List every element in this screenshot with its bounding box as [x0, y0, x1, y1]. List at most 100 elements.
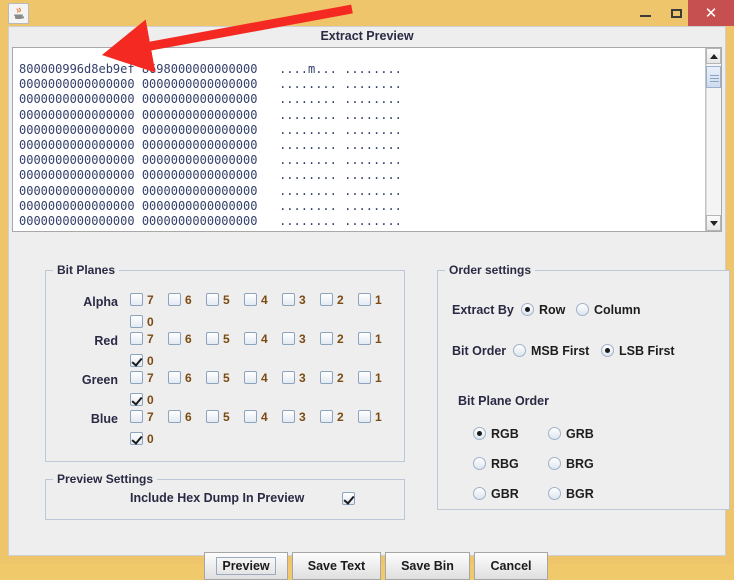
bit-number-label: 4: [261, 331, 268, 346]
checkbox-blue-bit-3[interactable]: [282, 410, 295, 424]
radio-button[interactable]: [473, 487, 486, 501]
radio-button[interactable]: [601, 344, 614, 358]
bit-plane-order-grb[interactable]: GRB: [548, 426, 594, 441]
bit-plane-row-label: Red: [94, 334, 118, 348]
checkbox-green-bit-3[interactable]: [282, 371, 295, 385]
checkbox-alpha-bit-0[interactable]: [130, 315, 143, 329]
checkbox-alpha-bit-4[interactable]: [244, 293, 257, 307]
checkbox-red-bit-7[interactable]: [130, 332, 143, 346]
radio-button[interactable]: [548, 427, 561, 441]
bit-plane-row-label: Green: [81, 373, 118, 387]
save-bin-button-label: Save Bin: [401, 559, 454, 573]
save-text-button-label: Save Text: [307, 559, 366, 573]
radio-button[interactable]: [513, 344, 526, 358]
close-button[interactable]: ✕: [688, 0, 734, 26]
bit-plane-order-rgb[interactable]: RGB: [473, 426, 519, 441]
checkbox-alpha-bit-2[interactable]: [320, 293, 333, 307]
bit-number-label: 6: [185, 331, 192, 346]
extract-by-row[interactable]: Row: [521, 302, 565, 317]
bit-number-label: 2: [337, 370, 344, 385]
cancel-button[interactable]: Cancel: [474, 552, 548, 580]
hex-dump-scrollbar[interactable]: [705, 48, 721, 231]
maximize-icon: [670, 8, 682, 18]
radio-label: LSB First: [619, 343, 675, 358]
bit-plane-cell: 3: [282, 369, 320, 391]
checkbox-alpha-bit-7[interactable]: [130, 293, 143, 307]
radio-button[interactable]: [473, 457, 486, 471]
radio-button[interactable]: [576, 303, 589, 317]
radio-button[interactable]: [473, 427, 486, 441]
bit-plane-order-rbg[interactable]: RBG: [473, 456, 519, 471]
bit-number-label: 4: [261, 292, 268, 307]
close-icon: ✕: [704, 3, 718, 22]
hex-dump-text: 800000996d8eb9ef 8698000000000000 ....m.…: [19, 62, 402, 231]
include-hex-dump-checkbox[interactable]: [342, 492, 355, 505]
checkbox-blue-bit-7[interactable]: [130, 410, 143, 424]
radio-button[interactable]: [521, 303, 534, 317]
checkbox-alpha-bit-5[interactable]: [206, 293, 219, 307]
radio-button[interactable]: [548, 457, 561, 471]
checkbox-blue-bit-2[interactable]: [320, 410, 333, 424]
bit-order-lsb-first[interactable]: LSB First: [601, 343, 675, 358]
hex-dump-viewer[interactable]: 800000996d8eb9ef 8698000000000000 ....m.…: [12, 47, 722, 232]
checkbox-blue-bit-6[interactable]: [168, 410, 181, 424]
radio-button[interactable]: [548, 487, 561, 501]
bit-plane-cell: 6: [168, 291, 206, 313]
checkbox-red-bit-4[interactable]: [244, 332, 257, 346]
bit-plane-order-gbr[interactable]: GBR: [473, 486, 519, 501]
checkbox-green-bit-5[interactable]: [206, 371, 219, 385]
checkbox-blue-bit-0[interactable]: [130, 432, 143, 446]
checkbox-green-bit-2[interactable]: [320, 371, 333, 385]
bit-number-label: 1: [375, 409, 382, 424]
checkbox-red-bit-2[interactable]: [320, 332, 333, 346]
bit-number-label: 0: [147, 431, 154, 446]
bit-plane-row-label: Blue: [90, 412, 118, 426]
extract-by-column[interactable]: Column: [576, 302, 641, 317]
bit-plane-cell: 2: [320, 291, 358, 313]
bit-number-label: 5: [223, 292, 230, 307]
checkbox-green-bit-1[interactable]: [358, 371, 371, 385]
scroll-up-button[interactable]: [706, 48, 721, 64]
save-text-button[interactable]: Save Text: [292, 552, 381, 580]
include-hex-dump-label: Include Hex Dump In Preview: [130, 491, 305, 505]
scrollbar-thumb[interactable]: [706, 66, 721, 88]
java-coffee-cup-icon: [8, 3, 29, 24]
checkbox-red-bit-5[interactable]: [206, 332, 219, 346]
checkbox-green-bit-4[interactable]: [244, 371, 257, 385]
bit-plane-order-label: Bit Plane Order: [458, 394, 549, 408]
bit-plane-order-bgr[interactable]: BGR: [548, 486, 594, 501]
order-settings-title: Order settings: [445, 263, 536, 277]
preview-button[interactable]: Preview: [204, 552, 288, 580]
checkbox-alpha-bit-1[interactable]: [358, 293, 371, 307]
radio-label: MSB First: [531, 343, 590, 358]
checkbox-blue-bit-5[interactable]: [206, 410, 219, 424]
checkbox-green-bit-6[interactable]: [168, 371, 181, 385]
bit-plane-cell: 5: [206, 408, 244, 430]
bit-plane-cell: 3: [282, 408, 320, 430]
bit-plane-cell: 3: [282, 291, 320, 313]
bit-plane-cell: 1: [358, 408, 396, 430]
checkbox-red-bit-0[interactable]: [130, 354, 143, 368]
checkbox-red-bit-6[interactable]: [168, 332, 181, 346]
minimize-icon: [639, 15, 651, 17]
checkbox-red-bit-1[interactable]: [358, 332, 371, 346]
bit-plane-cell: 6: [168, 369, 206, 391]
scroll-down-button[interactable]: [706, 215, 721, 231]
maximize-button[interactable]: [661, 0, 691, 26]
bit-plane-cell: 1: [358, 291, 396, 313]
bit-plane-order-brg[interactable]: BRG: [548, 456, 594, 471]
bit-plane-cell: 7: [130, 291, 168, 313]
checkbox-green-bit-7[interactable]: [130, 371, 143, 385]
checkbox-blue-bit-4[interactable]: [244, 410, 257, 424]
checkbox-green-bit-0[interactable]: [130, 393, 143, 407]
checkbox-alpha-bit-3[interactable]: [282, 293, 295, 307]
bit-order-msb-first[interactable]: MSB First: [513, 343, 589, 358]
radio-label: BRG: [566, 456, 594, 471]
radio-label: Row: [539, 302, 566, 317]
checkbox-blue-bit-1[interactable]: [358, 410, 371, 424]
checkbox-red-bit-3[interactable]: [282, 332, 295, 346]
bit-plane-cell: 5: [206, 330, 244, 352]
minimize-button[interactable]: [630, 0, 660, 26]
checkbox-alpha-bit-6[interactable]: [168, 293, 181, 307]
save-bin-button[interactable]: Save Bin: [385, 552, 470, 580]
